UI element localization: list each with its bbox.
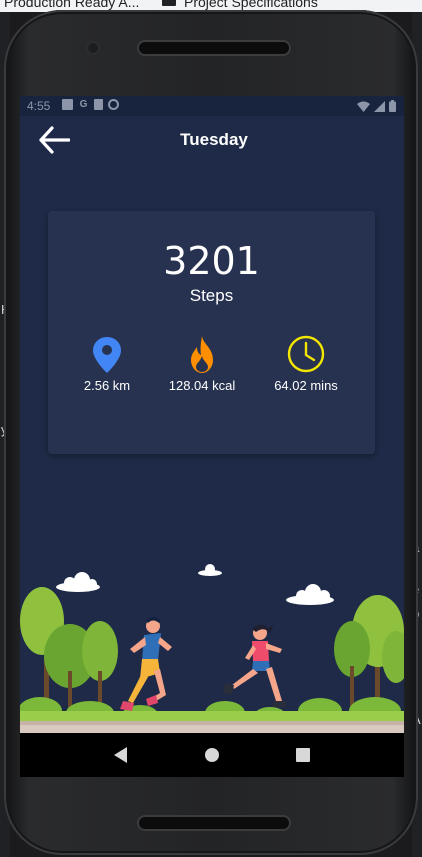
wifi-icon [357,101,370,112]
sd-card-icon [94,99,103,110]
steps-label: Steps [189,286,234,305]
signal-icon [374,101,385,112]
steps-count: 3201 [163,239,260,283]
system-navigation-bar [20,733,404,777]
phone-screen: 4:55 G Tuesday 3201 Steps 2.56 km 128.04… [20,96,404,777]
tree-right [334,595,404,711]
battery-icon [389,100,396,112]
distance-value: 2.56 km [83,378,131,393]
duration-metric: 64.02 mins [251,333,361,393]
circle-home-icon [204,748,219,762]
bottom-speaker [139,817,289,829]
distance-metric: 2.56 km [52,333,162,393]
cloud-icon [198,564,222,576]
nav-home-button[interactable] [200,743,224,767]
location-pin-icon [93,337,121,373]
triangle-back-icon [114,747,128,763]
front-camera [88,43,98,53]
calories-metric: 128.04 kcal [147,333,257,393]
browser-tab-production-ready[interactable]: Production Ready A... [4,0,139,10]
browser-tab-label: Project Specifications [184,0,318,10]
notification-icons: G [62,99,119,110]
status-bar: 4:55 G [20,96,404,116]
calories-value: 128.04 kcal [168,378,236,393]
nav-back-button[interactable] [109,743,133,767]
top-speaker [139,42,289,54]
path-edge [20,721,404,725]
cloud-icon [56,572,100,592]
cloud-icon [286,584,334,605]
square-recents-icon [295,748,310,762]
clock-icon [287,335,325,373]
nav-recents-button[interactable] [291,743,315,767]
male-runner [120,617,172,711]
female-runner [223,624,286,707]
flame-icon [191,336,213,373]
sync-icon [108,99,119,110]
duration-value: 64.02 mins [274,378,338,393]
tree-left [20,587,118,711]
browser-tab-project-specifications[interactable]: Project Specifications [162,0,318,10]
status-time: 4:55 [27,99,51,113]
system-icons [357,100,396,112]
app-bar: Tuesday [20,116,404,166]
folder-icon [162,0,176,6]
google-icon: G [79,99,88,110]
daily-summary-card: 3201 Steps 2.56 km 128.04 kcal 64.02 min… [48,211,375,454]
image-icon [62,99,73,110]
page-title: Tuesday [180,130,248,149]
